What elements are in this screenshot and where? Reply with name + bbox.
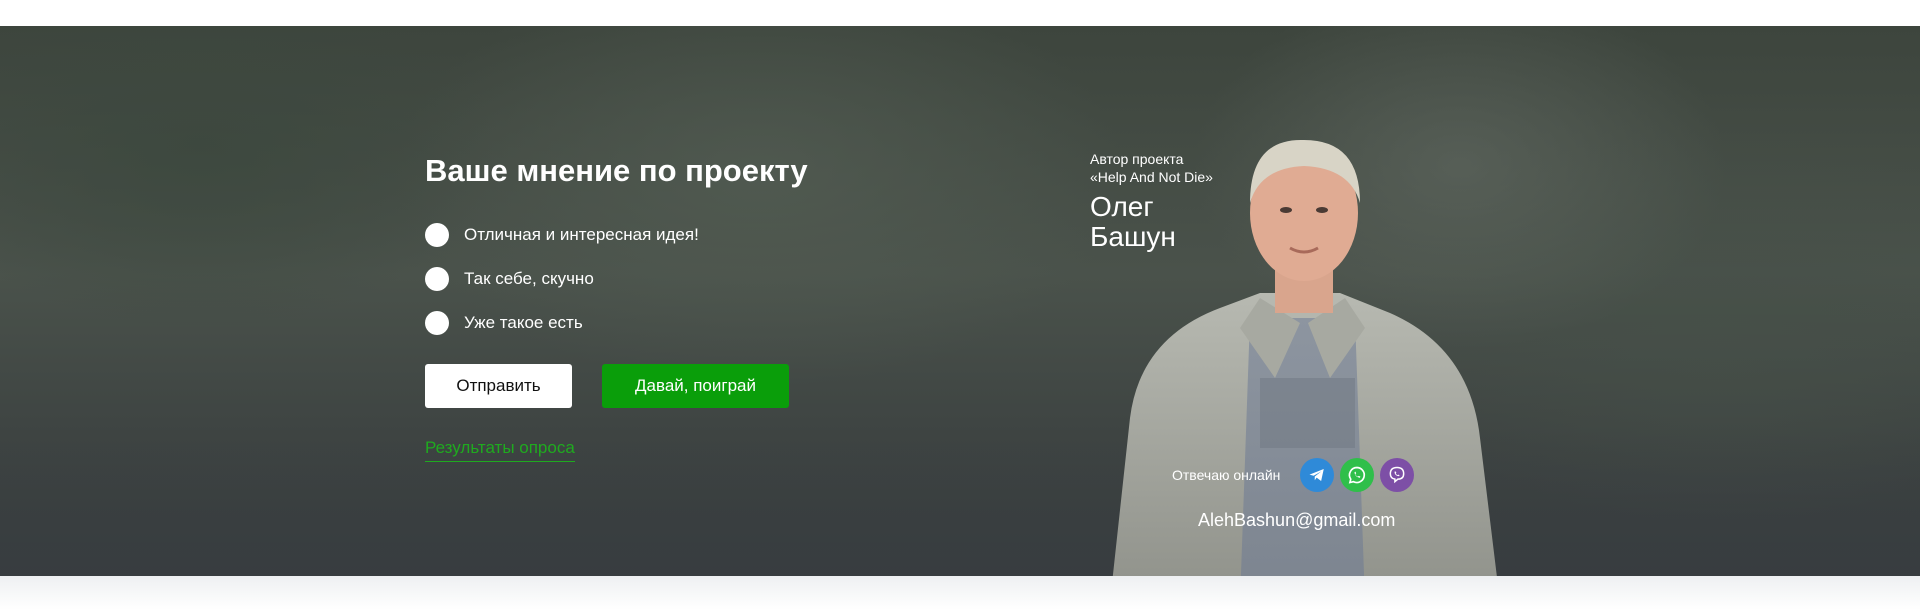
author-block: Автор проекта «Help And Not Die» Олег Ба… [1090, 150, 1213, 252]
option-label: Уже такое есть [464, 313, 583, 332]
author-last-name: Башун [1090, 221, 1176, 252]
poll-section: Ваше мнение по проекту Отличная и интере… [425, 126, 885, 462]
author-first-name: Олег [1090, 191, 1154, 222]
poll-buttons: Отправить Давай, поиграй [425, 364, 885, 408]
hero-banner: Ваше мнение по проекту Отличная и интере… [0, 26, 1920, 576]
online-label: Отвечаю онлайн [1172, 467, 1281, 483]
play-button[interactable]: Давай, поиграй [602, 364, 789, 408]
poll-option-boring[interactable]: Так себе, скучно [425, 257, 885, 301]
project-name: «Help And Not Die» [1090, 169, 1213, 185]
poll-title: Ваше мнение по проекту [425, 153, 808, 188]
poll-options: Отличная и интересная идея! Так себе, ск… [425, 213, 885, 345]
telegram-icon[interactable] [1300, 458, 1335, 492]
submit-button[interactable]: Отправить [425, 364, 572, 408]
author-caption: Автор проекта [1090, 151, 1184, 167]
option-label: Отличная и интересная идея! [464, 225, 699, 244]
radio-button[interactable] [425, 311, 449, 335]
radio-button[interactable] [425, 223, 449, 247]
viber-icon[interactable] [1380, 458, 1415, 492]
author-email[interactable]: AlehBashun@gmail.com [1198, 510, 1420, 531]
poll-option-great-idea[interactable]: Отличная и интересная идея! [425, 213, 885, 257]
option-label: Так себе, скучно [464, 269, 594, 288]
poll-results-link[interactable]: Результаты опроса [425, 438, 575, 462]
radio-button[interactable] [425, 267, 449, 291]
poll-option-already-exists[interactable]: Уже такое есть [425, 301, 885, 345]
section-divider [0, 576, 1920, 610]
contact-block: Отвечаю онлайн AlehBashun@gmail.com [1172, 458, 1420, 531]
messengers-row: Отвечаю онлайн [1172, 458, 1420, 492]
whatsapp-icon[interactable] [1340, 458, 1375, 492]
